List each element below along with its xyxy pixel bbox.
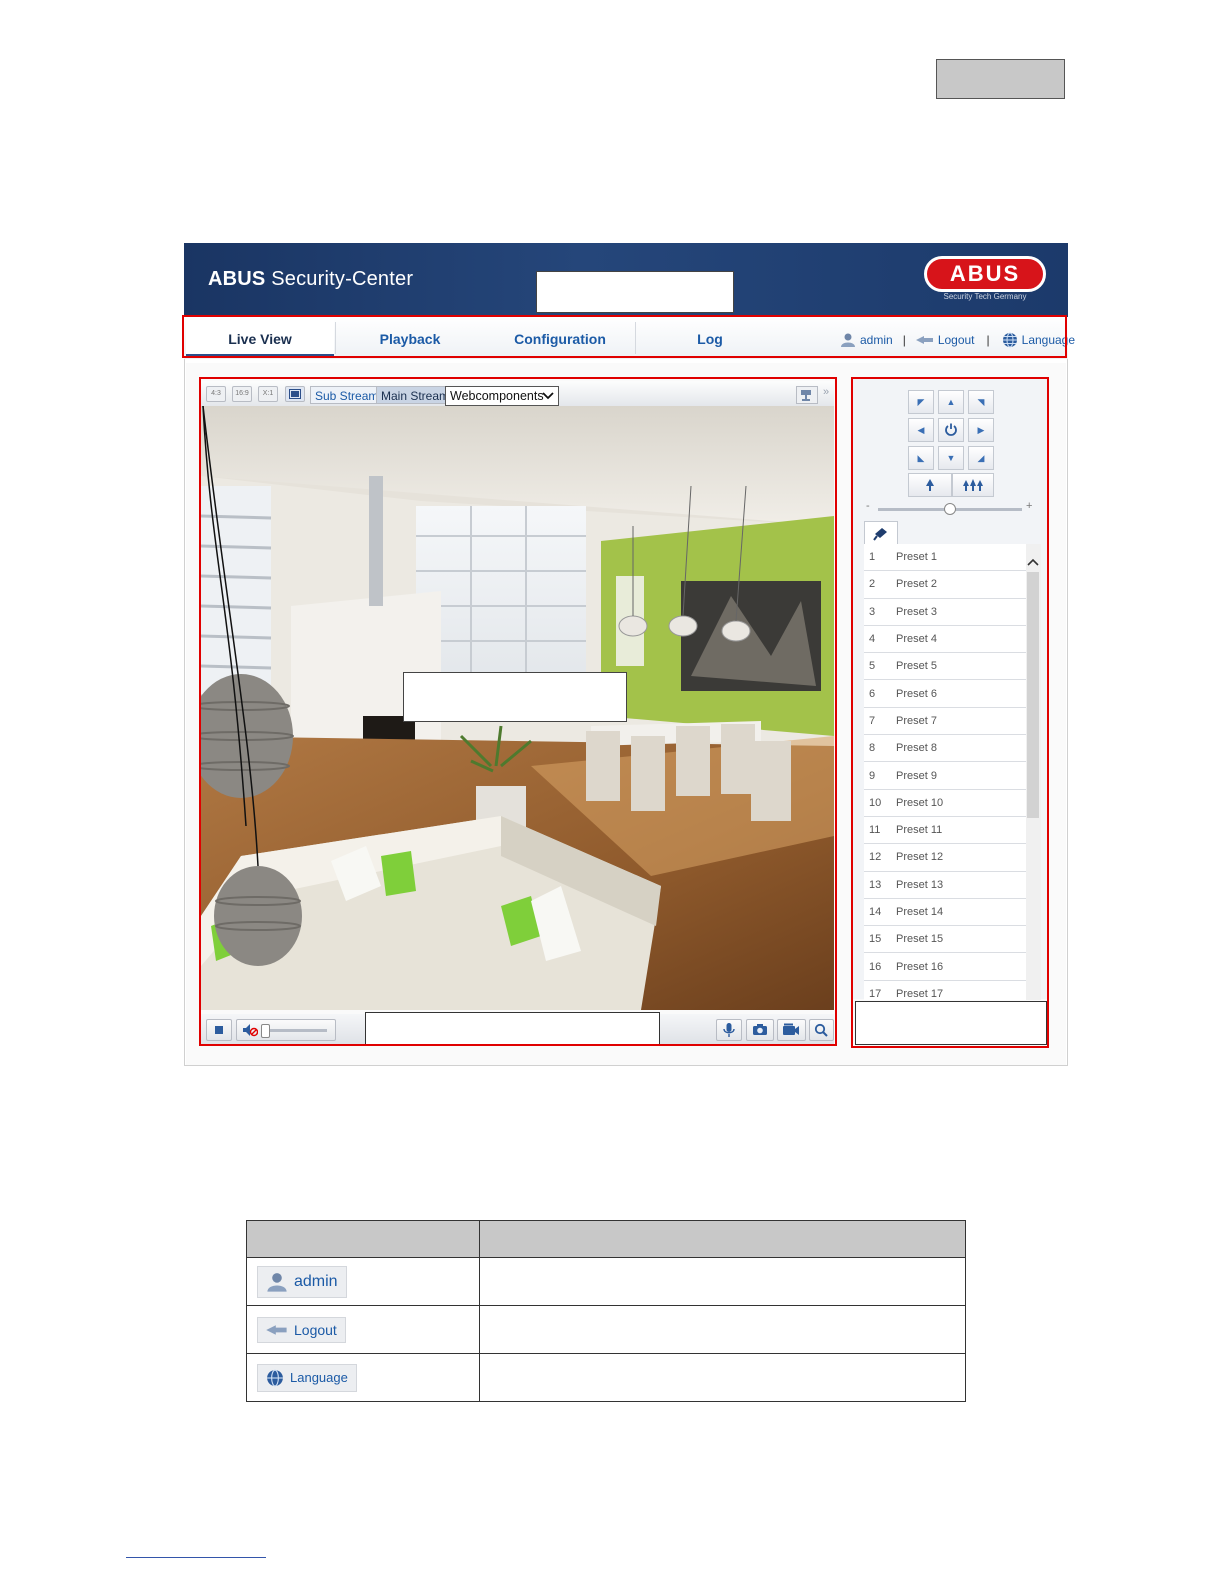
- app-title: ABUS Security-Center: [208, 268, 414, 290]
- table-cell: [479, 1305, 966, 1354]
- table-row: admin: [246, 1257, 966, 1306]
- video-panel-highlight: [199, 377, 837, 1046]
- legend-table: admin Logout Language: [246, 1220, 966, 1402]
- table-header-cell: [246, 1220, 480, 1258]
- table-cell: [479, 1353, 966, 1402]
- abus-logo: ABUS: [924, 256, 1046, 292]
- chip-label: Logout: [294, 1321, 337, 1338]
- ptz-panel-highlight: [851, 377, 1049, 1048]
- table-cell: admin: [246, 1257, 480, 1306]
- footnote-divider: [126, 1557, 266, 1558]
- table-cell: Language: [246, 1353, 480, 1402]
- table-row: Language: [246, 1353, 966, 1402]
- user-icon: [267, 1272, 287, 1292]
- globe-icon: [267, 1369, 283, 1386]
- language-chip: Language: [257, 1363, 357, 1392]
- table-header-cell: [479, 1220, 966, 1258]
- nav-highlight: [182, 315, 1067, 358]
- admin-chip: admin: [257, 1265, 347, 1298]
- chip-label: Language: [290, 1370, 348, 1385]
- blank-label-box: [936, 59, 1065, 99]
- logout-chip: Logout: [257, 1316, 346, 1343]
- chip-label: admin: [294, 1272, 338, 1290]
- blank-label-box: [536, 271, 734, 313]
- table-header-row: [246, 1220, 966, 1258]
- table-row: Logout: [246, 1305, 966, 1354]
- table-cell: Logout: [246, 1305, 480, 1354]
- logout-icon: [266, 1324, 287, 1335]
- table-cell: [479, 1257, 966, 1306]
- logo-tagline: Security Tech Germany: [943, 292, 1027, 301]
